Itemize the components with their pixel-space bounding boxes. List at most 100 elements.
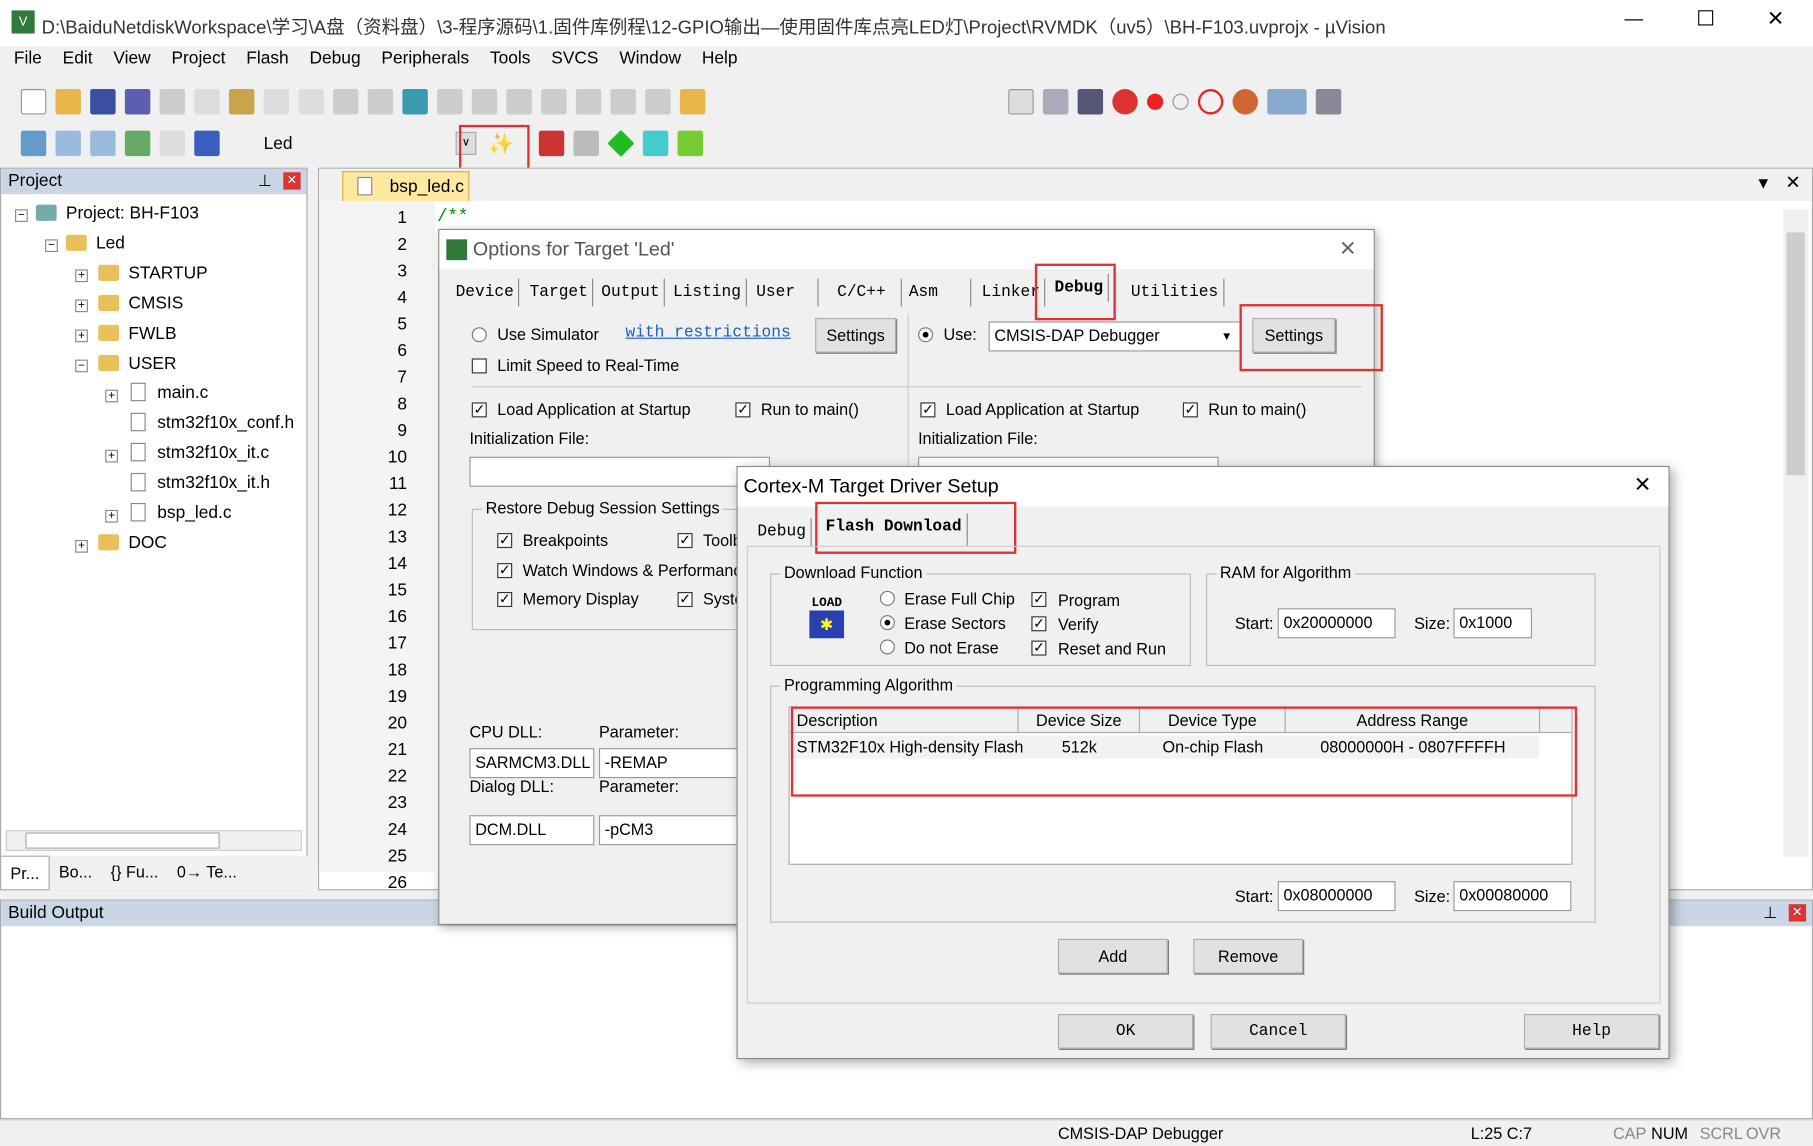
next-bookmark-icon[interactable]: [471, 89, 498, 115]
panel-close-icon[interactable]: ✕: [283, 172, 301, 190]
tree-group-doc[interactable]: DOC: [98, 533, 167, 553]
panel-close-icon[interactable]: ✕: [1788, 904, 1807, 922]
menu-edit[interactable]: Edit: [63, 49, 93, 79]
translate-icon[interactable]: [20, 130, 47, 157]
load-app-hw-checkbox[interactable]: ✓: [920, 402, 936, 418]
tab-list-icon[interactable]: ▼: [1755, 173, 1771, 192]
stop-build-icon[interactable]: [159, 130, 185, 157]
target-options-button[interactable]: ✨: [488, 132, 514, 156]
menu-view[interactable]: View: [113, 49, 150, 79]
save-all-icon[interactable]: [124, 89, 151, 115]
paste-icon[interactable]: [228, 89, 255, 115]
system-viewer-checkbox[interactable]: ✓: [677, 592, 693, 608]
cortex-close-button[interactable]: ✕: [1634, 473, 1651, 497]
menu-flash[interactable]: Flash: [246, 49, 288, 79]
run-to-main-hw-checkbox[interactable]: ✓: [1182, 402, 1198, 418]
pack-installer-icon[interactable]: [607, 129, 635, 157]
clear-bookmarks-icon[interactable]: [506, 89, 532, 115]
tab-user[interactable]: User: [752, 278, 819, 307]
find-icon[interactable]: [1042, 89, 1069, 115]
tree-project-root[interactable]: Project: BH-F103: [35, 204, 199, 223]
ram-start-input[interactable]: 0x20000000: [1277, 608, 1396, 639]
add-button[interactable]: Add: [1057, 938, 1168, 974]
select-pack-icon[interactable]: [573, 130, 599, 157]
vertical-scrollbar[interactable]: [1782, 209, 1809, 857]
editor-tab-bsp-led[interactable]: bsp_led.c: [342, 171, 470, 202]
program-checkbox[interactable]: ✓: [1031, 592, 1047, 608]
debugger-select[interactable]: CMSIS-DAP Debugger ▼: [988, 321, 1241, 352]
bookmark-icon[interactable]: [402, 89, 428, 115]
save-icon[interactable]: [90, 89, 116, 115]
undo-icon[interactable]: [263, 89, 290, 115]
memory-display-checkbox[interactable]: ✓: [497, 592, 513, 608]
tree-group-startup[interactable]: STARTUP: [98, 264, 208, 283]
tab-asm[interactable]: Asm: [904, 278, 972, 307]
expand-icon[interactable]: +: [75, 539, 88, 553]
tab-target[interactable]: Target: [525, 278, 594, 307]
reset-and-run-checkbox[interactable]: ✓: [1031, 640, 1047, 656]
tree-file-it-h[interactable]: stm32f10x_it.h: [130, 472, 270, 493]
menu-debug[interactable]: Debug: [309, 49, 360, 79]
toolbox-checkbox[interactable]: ✓: [677, 533, 693, 549]
build-icon[interactable]: [55, 130, 81, 157]
menu-peripherals[interactable]: Peripherals: [381, 49, 469, 79]
tab-templates[interactable]: 0→ Te...: [168, 856, 246, 891]
limit-speed-checkbox[interactable]: [471, 358, 487, 374]
dialog-dll-input[interactable]: DCM.DLL: [469, 815, 595, 846]
expand-icon[interactable]: +: [105, 389, 118, 403]
back-icon[interactable]: [333, 89, 359, 115]
erase-full-chip-radio[interactable]: [879, 590, 895, 606]
menu-help[interactable]: Help: [702, 49, 738, 79]
breakpoint-icon[interactable]: [1147, 93, 1164, 110]
verify-checkbox[interactable]: ✓: [1031, 616, 1047, 632]
menu-window[interactable]: Window: [619, 49, 681, 79]
new-file-icon[interactable]: [20, 89, 47, 115]
manage-rte-icon[interactable]: [642, 130, 669, 157]
expand-icon[interactable]: +: [75, 269, 88, 283]
tab-books[interactable]: Bo...: [50, 856, 102, 891]
horizontal-scrollbar[interactable]: [5, 830, 302, 851]
dialog-parameter-input[interactable]: -pCM3: [598, 815, 750, 846]
do-not-erase-radio[interactable]: [879, 639, 895, 655]
options-close-button[interactable]: ✕: [1339, 237, 1356, 261]
expand-icon[interactable]: +: [105, 449, 118, 463]
minimize-button[interactable]: —: [1625, 9, 1644, 30]
pin-icon[interactable]: ⊥: [1763, 903, 1777, 923]
tree-group-fwlb[interactable]: FWLB: [98, 324, 177, 343]
expand-icon[interactable]: +: [75, 329, 88, 343]
simulator-settings-button[interactable]: Settings: [815, 317, 897, 353]
cpu-dll-input[interactable]: SARMCM3.DLL: [469, 748, 595, 779]
dropdown-icon[interactable]: [1008, 89, 1034, 115]
tab-project[interactable]: Pr...: [0, 855, 50, 891]
manage-project-icon[interactable]: [538, 130, 565, 157]
expand-icon[interactable]: +: [75, 299, 88, 313]
breakpoints-checkbox[interactable]: ✓: [497, 533, 513, 549]
open-icon[interactable]: [55, 89, 81, 115]
collapse-icon[interactable]: −: [15, 209, 28, 222]
tab-listing[interactable]: Listing: [668, 278, 747, 307]
event-recorder-icon[interactable]: [677, 130, 703, 157]
kill-breakpoints-icon[interactable]: [1232, 89, 1258, 115]
batch-build-icon[interactable]: [124, 130, 151, 157]
ram-size-input[interactable]: 0x1000: [1453, 608, 1533, 639]
tab-cc[interactable]: C/C++: [833, 278, 902, 307]
target-select[interactable]: Led ∨: [254, 125, 479, 162]
tree-file-it-c[interactable]: stm32f10x_it.c: [130, 442, 269, 463]
run-to-main-checkbox[interactable]: ✓: [735, 402, 751, 418]
tab-device[interactable]: Device: [451, 278, 520, 307]
load-app-checkbox[interactable]: ✓: [471, 402, 487, 418]
menu-file[interactable]: File: [14, 49, 42, 79]
menu-project[interactable]: Project: [171, 49, 225, 79]
tab-output[interactable]: Output: [597, 278, 666, 307]
comment-icon[interactable]: [610, 89, 636, 115]
tree-group-user[interactable]: USER: [98, 354, 177, 373]
prev-bookmark-icon[interactable]: [437, 89, 463, 115]
debug-session-icon[interactable]: [1112, 89, 1138, 115]
rebuild-icon[interactable]: [90, 130, 116, 157]
menu-tools[interactable]: Tools: [490, 49, 531, 79]
find-in-files-icon[interactable]: [679, 89, 706, 115]
init-file-input[interactable]: [469, 456, 771, 487]
flash-size-input[interactable]: 0x00080000: [1453, 881, 1572, 912]
tab-debug[interactable]: Debug: [753, 518, 812, 546]
menu-svcs[interactable]: SVCS: [551, 49, 598, 79]
